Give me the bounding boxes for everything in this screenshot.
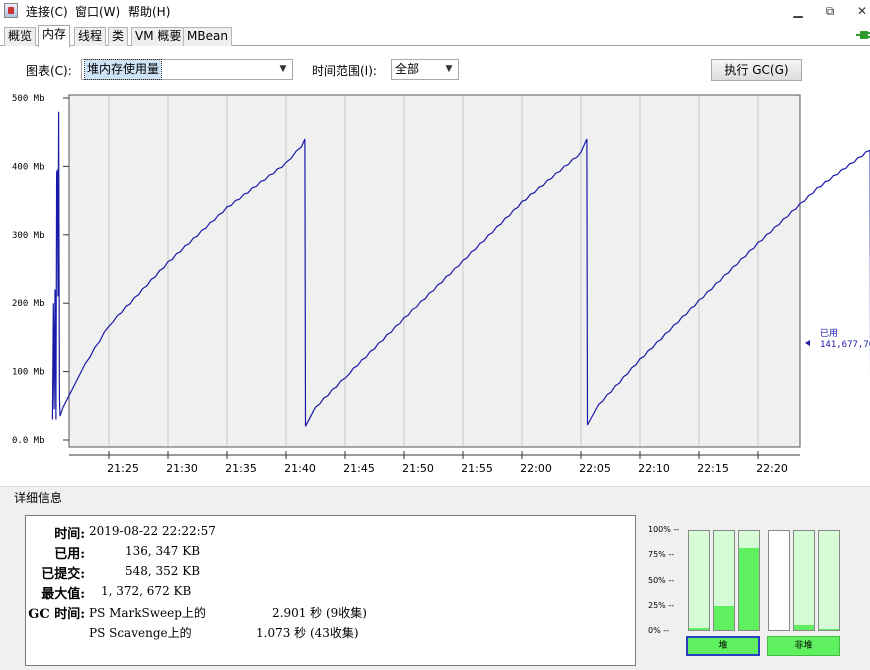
time-range-select[interactable]: 全部 ▼	[391, 59, 459, 80]
tab-mbean[interactable]: MBean	[183, 27, 232, 46]
pool-percent-label: 25% --	[648, 600, 675, 610]
chart-select-label: 图表(C):	[26, 64, 72, 78]
x-tick-label: 21:55	[461, 462, 493, 475]
menu-window[interactable]: 窗口(W)	[75, 3, 120, 20]
close-icon[interactable]: ✕	[850, 2, 870, 19]
x-tick-label: 22:10	[638, 462, 670, 475]
java-app-icon[interactable]	[4, 3, 18, 18]
pool-percent-label: 100% --	[648, 525, 680, 534]
y-tick-label: 400 Mb	[12, 162, 45, 172]
pool-fill	[689, 628, 709, 630]
detail-label-used: 已用:	[54, 547, 85, 562]
details-title: 详细信息	[14, 491, 63, 505]
x-tick-label: 22:15	[697, 462, 729, 475]
chevron-down-icon: ▼	[279, 64, 287, 74]
tab-threads[interactable]: 线程	[74, 27, 107, 46]
tab-classes[interactable]: 类	[108, 27, 129, 46]
x-tick-label: 21:50	[402, 462, 434, 475]
pool-fill	[794, 625, 814, 630]
y-axis: 500 Mb 400 Mb 300 Mb 200 Mb 100 Mb 0.0 Mb	[12, 94, 69, 446]
y-tick-label: 300 Mb	[12, 231, 45, 241]
detail-value-gc-marksweep-time: 2.901 秒 (9收集)	[272, 606, 367, 620]
legend-value: 141,677,76	[820, 340, 870, 350]
restore-icon[interactable]: ⧉	[818, 2, 842, 19]
plot-area	[68, 94, 801, 448]
tab-memory[interactable]: 内存	[38, 25, 71, 47]
pool-percent-label: 50% --	[648, 575, 675, 585]
x-tick-label: 22:00	[520, 462, 552, 475]
detail-value-used: 136, 347 KB	[125, 544, 201, 558]
detail-label-max: 最大值:	[41, 587, 85, 602]
detail-label-committed: 已提交:	[41, 567, 85, 582]
nonheap-pool-bar[interactable]	[818, 530, 840, 631]
menu-connection[interactable]: 连接(C)	[26, 3, 68, 20]
legend-marker-icon	[805, 340, 810, 346]
detail-value-committed: 548, 352 KB	[125, 564, 201, 578]
x-tick-label: 22:05	[579, 462, 611, 475]
time-range-label: 时间范围(I):	[312, 64, 377, 78]
y-tick-label: 200 Mb	[12, 299, 45, 309]
pool-fill	[739, 547, 759, 630]
heap-pool-bar[interactable]	[713, 530, 735, 631]
connection-plug-icon	[856, 31, 870, 39]
pool-percent-label: 0% --	[648, 626, 670, 635]
detail-value-gc-marksweep: PS MarkSweep上的	[89, 606, 206, 620]
y-tick-label: 500 Mb	[12, 94, 45, 104]
x-tick-label: 21:35	[225, 462, 257, 475]
x-tick-label: 21:30	[166, 462, 198, 475]
heap-pool-bar[interactable]	[738, 530, 760, 631]
heap-memory-chart: 500 Mb 400 Mb 300 Mb 200 Mb 100 Mb 0.0 Mb 21:…	[12, 94, 870, 475]
heap-pool-bar[interactable]	[688, 530, 710, 631]
minimize-icon[interactable]: ▁	[786, 2, 810, 19]
detail-value-max: 1, 372, 672 KB	[101, 584, 192, 598]
perform-gc-button[interactable]: 执行 GC(G)	[711, 59, 802, 81]
detail-value-gc-scavenge: PS Scavenge上的	[89, 626, 192, 640]
nonheap-pool-button[interactable]: 非堆	[767, 636, 840, 656]
x-tick-label: 21:45	[343, 462, 375, 475]
chart-select-value: 堆内存使用量	[83, 59, 163, 80]
detail-label-time: 时间:	[54, 527, 85, 542]
tab-bar: 概览 内存 线程 类 VM 概要 MBean	[0, 24, 870, 47]
menu-bar: 连接(C) 窗口(W) 帮助(H) ▁ ⧉ ✕	[0, 0, 870, 22]
time-range-value: 全部	[395, 62, 420, 76]
heap-pool-button[interactable]: 堆	[686, 636, 760, 656]
y-tick-label: 100 Mb	[12, 368, 45, 378]
x-tick-label: 21:25	[107, 462, 139, 475]
pool-percent-label: 75% --	[648, 550, 675, 560]
x-tick-label: 22:20	[756, 462, 788, 475]
detail-value-gc-scavenge-time: 1.073 秒 (43收集)	[256, 626, 359, 640]
legend-label: 已用	[820, 328, 838, 339]
detail-value-time: 2019-08-22 22:22:57	[89, 524, 216, 538]
nonheap-pool-bar[interactable]	[768, 530, 790, 631]
nonheap-pool-bar[interactable]	[793, 530, 815, 631]
menu-help[interactable]: 帮助(H)	[128, 3, 170, 20]
pool-fill	[819, 629, 839, 630]
x-tick-label: 21:40	[284, 462, 316, 475]
chart-select[interactable]: 堆内存使用量 ▼	[81, 59, 293, 80]
tab-overview[interactable]: 概览	[4, 27, 37, 46]
chevron-down-icon: ▼	[445, 64, 453, 74]
detail-label-gc-time: GC 时间:	[28, 607, 85, 622]
pool-fill	[714, 606, 734, 630]
y-tick-label: 0.0 Mb	[12, 436, 45, 446]
tab-vm-summary[interactable]: VM 概要	[131, 27, 186, 46]
